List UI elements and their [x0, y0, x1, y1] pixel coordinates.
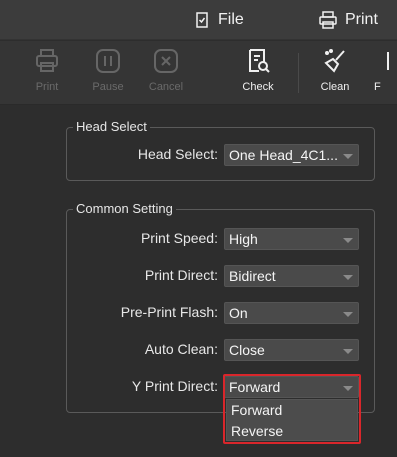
y-print-direct-label: Y Print Direct:	[131, 378, 218, 394]
common-setting-group: Common Setting Print Speed: High Print D…	[66, 200, 376, 413]
head-select-label: Head Select:	[137, 146, 218, 162]
print-button-label: Print	[35, 81, 59, 93]
option-forward[interactable]: Forward	[227, 400, 357, 420]
head-select-group: Head Select Head Select: One Head_4C1...	[66, 118, 376, 181]
menu-file-label: File	[218, 11, 244, 28]
chevron-down-icon	[343, 312, 353, 317]
auto-clean-dropdown[interactable]: Close	[224, 339, 359, 361]
menu-file[interactable]: File	[193, 8, 244, 32]
print-speed-dropdown[interactable]: High	[224, 228, 359, 250]
check-button-label: Check	[242, 81, 274, 93]
auto-clean-value: Close	[229, 342, 265, 358]
chevron-down-icon	[343, 386, 353, 391]
print-settings-window: File Print Print Pause Cancel Check Clea…	[0, 0, 397, 457]
cancel-button[interactable]: Cancel	[140, 47, 192, 101]
auto-clean-label: Auto Clean:	[144, 341, 218, 357]
pre-print-flash-label: Pre-Print Flash:	[120, 304, 218, 320]
menu-bar: File Print	[0, 0, 397, 40]
menu-print-label: Print	[345, 11, 378, 28]
more-tool-button[interactable]: F	[374, 47, 397, 101]
chevron-down-icon	[343, 349, 353, 354]
cancel-button-label: Cancel	[148, 81, 184, 93]
pause-button-label: Pause	[92, 81, 124, 93]
pause-icon	[94, 47, 122, 75]
print-direct-label: Print Direct:	[144, 267, 218, 283]
y-print-direct-value: Forward	[229, 379, 281, 395]
y-print-direct-row: Y Print Direct: Forward	[67, 376, 376, 398]
y-print-direct-options-list: Forward Reverse	[226, 399, 358, 441]
clean-brush-icon	[321, 47, 349, 75]
check-document-icon	[244, 47, 272, 75]
head-select-row: Head Select: One Head_4C1...	[67, 144, 376, 166]
more-tool-icon	[374, 47, 397, 75]
print-speed-label: Print Speed:	[140, 230, 218, 246]
pre-print-flash-dropdown[interactable]: On	[224, 302, 359, 324]
chevron-down-icon	[343, 275, 353, 280]
chevron-down-icon	[343, 238, 353, 243]
toolbar-separator	[298, 53, 299, 93]
print-button[interactable]: Print	[21, 47, 73, 101]
print-speed-row: Print Speed: High	[67, 228, 376, 250]
file-shield-icon	[193, 11, 211, 29]
printer-icon	[33, 47, 61, 75]
pre-print-flash-value: On	[229, 305, 248, 321]
pause-button[interactable]: Pause	[82, 47, 134, 101]
menu-print[interactable]: Print	[318, 8, 378, 32]
common-setting-group-title: Common Setting	[73, 200, 176, 218]
clean-button-label: Clean	[320, 81, 350, 93]
print-direct-row: Print Direct: Bidirect	[67, 265, 376, 287]
head-select-value: One Head_4C1...	[229, 147, 338, 163]
printer-icon	[318, 11, 338, 29]
print-direct-value: Bidirect	[229, 268, 276, 284]
pre-print-flash-row: Pre-Print Flash: On	[67, 302, 376, 324]
print-speed-value: High	[229, 231, 258, 247]
chevron-down-icon	[343, 154, 353, 159]
head-select-group-title: Head Select	[73, 118, 150, 136]
more-tool-label: F	[374, 81, 381, 93]
clean-button[interactable]: Clean	[309, 47, 361, 101]
print-direct-dropdown[interactable]: Bidirect	[224, 265, 359, 287]
toolbar: Print Pause Cancel Check Clean F	[0, 41, 397, 105]
y-print-direct-dropdown[interactable]: Forward	[224, 376, 359, 398]
head-select-dropdown[interactable]: One Head_4C1...	[224, 144, 359, 166]
check-button[interactable]: Check	[232, 47, 284, 101]
auto-clean-row: Auto Clean: Close	[67, 339, 376, 361]
cancel-icon	[152, 47, 180, 75]
option-reverse[interactable]: Reverse	[227, 421, 357, 441]
